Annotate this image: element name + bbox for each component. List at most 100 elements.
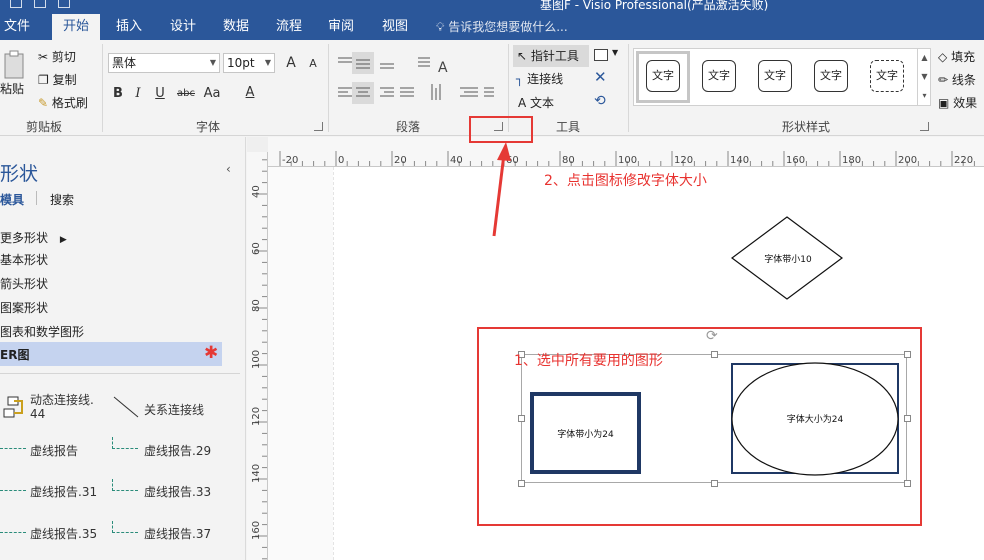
shape-style-2[interactable]: 文字: [702, 60, 736, 92]
ribbon-tabs: 文件 开始 插入 设计 数据 流程 审阅 视图 💡︎ 告诉我您想要做什么...: [0, 14, 984, 40]
bold-button[interactable]: B: [108, 84, 128, 104]
ruler-label: 160: [251, 521, 262, 540]
ruler-label: -20: [282, 155, 298, 166]
stencil-dashed-report-35[interactable]: 虚线报告.35: [30, 525, 97, 542]
rotate-handle-icon[interactable]: ⟳: [706, 328, 718, 344]
shape-style-5[interactable]: 文字: [870, 60, 904, 92]
tell-me-box[interactable]: 💡︎ 告诉我您想要做什么...: [436, 14, 568, 40]
stencil-dashed-report-37[interactable]: 虚线报告.37: [144, 525, 211, 542]
annotation-step1: 1、选中所有要用的图形: [514, 353, 663, 369]
save-icon[interactable]: [10, 0, 22, 8]
stencil-relationship-connector[interactable]: 关系连接线: [144, 401, 204, 418]
tab-stencils[interactable]: 模具: [0, 191, 24, 208]
title-bar: 基图F - Visio Professional(产品激活失败): [0, 0, 984, 14]
change-case-button[interactable]: Aa: [199, 84, 225, 104]
cut-button[interactable]: ✂ 剪切: [38, 48, 76, 65]
stencil-dynamic-connector[interactable]: 动态连接线. 44: [30, 393, 94, 421]
ruler-label: 40: [251, 185, 262, 198]
tab-home[interactable]: 开始: [52, 14, 100, 40]
sidebar-item-chart-shapes[interactable]: 图表和数学图形: [0, 323, 84, 340]
resize-handle[interactable]: [904, 351, 911, 358]
stencil-dashed-report-29[interactable]: 虚线报告.29: [144, 442, 211, 459]
drawing-canvas[interactable]: 字体带小10 ⟳ 字体带小为24 字体大小为24 1、选中所有要用的图形 2、点…: [268, 167, 984, 560]
stencil-label: 44: [30, 407, 46, 421]
paste-button[interactable]: [2, 48, 28, 84]
copy-button[interactable]: ❐ 复制: [38, 71, 77, 88]
resize-handle[interactable]: [518, 415, 525, 422]
page-offset-area: [268, 167, 333, 560]
chevron-down-icon[interactable]: ▼: [612, 48, 618, 57]
annotation-box-launcher: [469, 116, 533, 143]
sidebar-item-arrow-shapes[interactable]: 箭头形状: [0, 275, 48, 292]
connector-tool-label: 连接线: [527, 72, 564, 86]
horizontal-ruler[interactable]: -20 0 20 40 60 80 100 120 140 160 180 200 220: [268, 137, 984, 167]
paste-label[interactable]: 粘贴: [0, 80, 24, 97]
rotate-icon[interactable]: ⟲: [594, 93, 606, 109]
ruler-label: 80: [251, 299, 262, 312]
chevron-down-icon: ▼: [209, 58, 216, 67]
shape-style-1[interactable]: 文字: [646, 60, 680, 92]
tab-search[interactable]: 搜索: [50, 191, 74, 208]
stencil-dashed-report-33[interactable]: 虚线报告.33: [144, 483, 211, 500]
shape-style-3[interactable]: 文字: [758, 60, 792, 92]
shrink-font-button[interactable]: A: [303, 54, 323, 74]
tab-design[interactable]: 设计: [164, 14, 202, 40]
effects-button[interactable]: ▣ 效果: [938, 94, 977, 111]
tab-data[interactable]: 数据: [217, 14, 255, 40]
redo-icon[interactable]: [58, 0, 70, 8]
tab-review[interactable]: 审阅: [322, 14, 360, 40]
resize-handle[interactable]: [711, 480, 718, 487]
pointer-tool-button[interactable]: ↖ 指针工具: [513, 45, 589, 67]
dashed-report-icon: [0, 521, 26, 533]
font-dialog-launcher-icon[interactable]: [314, 122, 323, 131]
ruler-label: 220: [954, 155, 973, 166]
resize-handle[interactable]: [904, 480, 911, 487]
shape-styles-launcher-icon[interactable]: [920, 122, 929, 131]
shape-style-4[interactable]: 文字: [814, 60, 848, 92]
gallery-scroll[interactable]: ▲ ▼ ▾: [917, 48, 931, 106]
underline-button[interactable]: U: [150, 84, 170, 104]
scissors-icon: ✂: [38, 50, 49, 64]
sidebar-item-pattern-shapes[interactable]: 图案形状: [0, 299, 48, 316]
ruler-label: 0: [338, 155, 344, 166]
ruler-label: 140: [251, 464, 262, 483]
italic-button[interactable]: I: [128, 84, 148, 104]
collapse-pane-icon[interactable]: ‹: [226, 162, 231, 176]
divider: [0, 373, 240, 374]
sidebar-item-er-diagram[interactable]: ER图 ✱: [0, 342, 222, 366]
divider: [36, 191, 37, 205]
dashed-report-icon: [0, 437, 26, 449]
text-tool-button[interactable]: A 文本: [518, 94, 554, 111]
ruler-label: 40: [450, 155, 463, 166]
line-button[interactable]: ✏ 线条: [938, 71, 976, 88]
stencil-dashed-report[interactable]: 虚线报告: [30, 442, 78, 459]
lightbulb-icon: 💡︎: [436, 20, 445, 34]
tab-process[interactable]: 流程: [270, 14, 308, 40]
rectangle-tool-button[interactable]: [594, 49, 608, 61]
shapes-pane: 形状 ‹ 模具 搜索 更多形状 ▶ 基本形状 箭头形状 图案形状 图表和数学图形…: [0, 137, 246, 560]
connector-tool-button[interactable]: ┐ 连接线: [516, 70, 563, 87]
format-painter-button[interactable]: ✎ 格式刷: [38, 94, 88, 111]
font-size-select[interactable]: 10pt ▼: [223, 53, 275, 73]
fill-button[interactable]: ◇ 填充: [938, 48, 975, 65]
stencil-dashed-report-31[interactable]: 虚线报告.31: [30, 483, 97, 500]
svg-text:A: A: [438, 60, 448, 76]
divider: [628, 44, 629, 132]
chevron-down-icon: ▼: [264, 58, 271, 67]
strikethrough-button[interactable]: abc: [173, 84, 199, 104]
close-icon[interactable]: ✕: [594, 68, 607, 86]
undo-icon[interactable]: [34, 0, 46, 8]
grow-font-button[interactable]: A: [281, 53, 301, 73]
resize-handle[interactable]: [711, 351, 718, 358]
resize-handle[interactable]: [904, 415, 911, 422]
sidebar-item-more-shapes[interactable]: 更多形状 ▶: [0, 229, 67, 246]
sidebar-item-basic-shapes[interactable]: 基本形状: [0, 251, 48, 268]
tab-insert[interactable]: 插入: [110, 14, 148, 40]
font-family-select[interactable]: 黑体 ▼: [108, 53, 220, 73]
font-color-button[interactable]: A: [240, 83, 260, 103]
copy-icon: ❐: [38, 73, 49, 87]
vertical-ruler[interactable]: 40 60 80 100 120 140 160: [247, 152, 268, 560]
tab-file[interactable]: 文件: [0, 14, 34, 40]
tab-view[interactable]: 视图: [376, 14, 414, 40]
resize-handle[interactable]: [518, 480, 525, 487]
